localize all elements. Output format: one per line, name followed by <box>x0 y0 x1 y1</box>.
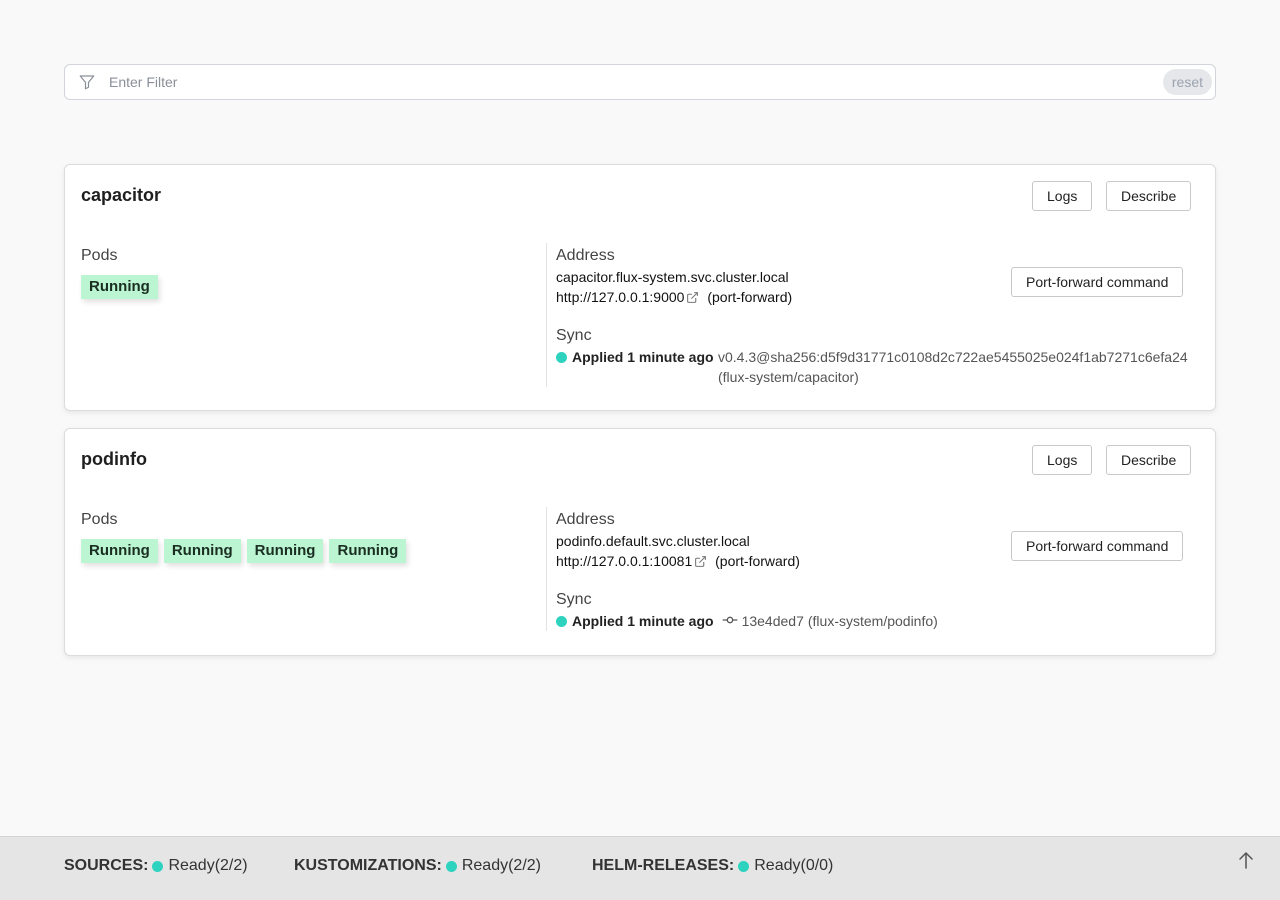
port-forward-note: (port-forward) <box>707 289 793 305</box>
kustomizations-label: KUSTOMIZATIONS: <box>294 857 442 874</box>
service-card-podinfo: podinfo Logs Describe Pods Running Runni… <box>64 428 1216 656</box>
sync-label: Sync <box>556 327 592 344</box>
external-link-icon[interactable] <box>686 291 699 307</box>
ready-status-dot <box>556 615 567 627</box>
describe-button[interactable]: Describe <box>1106 181 1192 211</box>
arrow-up-icon <box>1237 851 1255 873</box>
service-card-capacitor: capacitor Logs Describe Pods Running Add… <box>64 164 1216 411</box>
pod-status-badge[interactable]: Running <box>81 539 158 563</box>
details-column: Address capacitor.flux-system.svc.cluste… <box>546 243 1216 387</box>
service-name: capacitor <box>81 185 162 205</box>
port-forward-command-button[interactable]: Port-forward command <box>1011 531 1184 561</box>
logs-button[interactable]: Logs <box>1032 181 1093 211</box>
reset-button[interactable]: reset <box>1162 69 1212 95</box>
git-commit-icon <box>722 613 738 629</box>
service-address: podinfo.default.svc.cluster.local <box>556 533 750 549</box>
sources-label: SOURCES: <box>64 857 149 874</box>
details-column: Address podinfo.default.svc.cluster.loca… <box>546 507 1216 631</box>
footer-sources: SOURCES: Ready(2/2) <box>64 857 248 875</box>
external-link-icon[interactable] <box>694 555 707 571</box>
footer-helm-releases: HELM-RELEASES: Ready(0/0) <box>592 857 833 875</box>
sync-status: Applied 1 minute ago 13e4ded7 (flux-syst… <box>556 613 938 629</box>
local-url-link[interactable]: http://127.0.0.1:9000 <box>556 289 684 305</box>
kustomizations-status[interactable]: Ready(2/2) <box>462 857 541 875</box>
address-label: Address <box>556 511 615 528</box>
status-footer: SOURCES: Ready(2/2) KUSTOMIZATIONS: Read… <box>0 836 1280 900</box>
filter-icon <box>65 73 109 91</box>
logs-button[interactable]: Logs <box>1032 445 1093 475</box>
port-forward-command-button[interactable]: Port-forward command <box>1011 267 1184 297</box>
sync-source: (flux-system/capacitor) <box>718 369 859 385</box>
page: reset capacitor Logs Describe Pods Runni… <box>0 0 1280 900</box>
filter-bar: reset <box>64 64 1216 100</box>
pods-list: Running <box>81 275 158 299</box>
port-forward-note: (port-forward) <box>715 553 800 569</box>
local-url-link[interactable]: http://127.0.0.1:10081 <box>556 553 692 569</box>
pods-label: Pods <box>81 247 118 264</box>
pod-status-badge[interactable]: Running <box>329 539 407 563</box>
ready-status-dot <box>556 351 567 363</box>
revision-text: 13e4ded7 <box>741 613 804 629</box>
sync-source: (flux-system/podinfo) <box>807 613 938 629</box>
ready-status-dot <box>738 860 750 872</box>
helm-releases-status[interactable]: Ready(0/0) <box>754 857 833 875</box>
address-label: Address <box>556 247 615 264</box>
pod-status-badge[interactable]: Running <box>163 539 241 563</box>
describe-button[interactable]: Describe <box>1106 445 1192 475</box>
sync-applied-text: Applied 1 minute ago <box>572 613 714 629</box>
footer-kustomizations: KUSTOMIZATIONS: Ready(2/2) <box>294 857 541 875</box>
service-address: capacitor.flux-system.svc.cluster.local <box>556 269 789 285</box>
sync-status: Applied 1 minute ago <box>556 349 714 365</box>
local-url-line: http://127.0.0.1:9000 (port-forward) <box>556 289 792 307</box>
ready-status-dot <box>152 860 164 872</box>
service-name: podinfo <box>81 449 147 469</box>
local-url-line: http://127.0.0.1:10081 (port-forward) <box>556 553 800 571</box>
revision-text: v0.4.3@sha256:d5f9d31771c0108d2c722ae545… <box>718 349 1188 365</box>
sync-applied-text: Applied 1 minute ago <box>572 349 714 365</box>
filter-input[interactable] <box>109 67 1163 97</box>
ready-status-dot <box>445 860 457 872</box>
pods-label: Pods <box>81 511 118 528</box>
helm-releases-label: HELM-RELEASES: <box>592 857 735 874</box>
pod-status-badge[interactable]: Running <box>81 275 158 299</box>
sources-status[interactable]: Ready(2/2) <box>168 857 247 875</box>
pod-status-badge[interactable]: Running <box>246 539 324 563</box>
scroll-to-top-button[interactable] <box>1234 849 1258 873</box>
pods-list: Running Running Running Running <box>81 539 407 563</box>
sync-label: Sync <box>556 591 592 608</box>
